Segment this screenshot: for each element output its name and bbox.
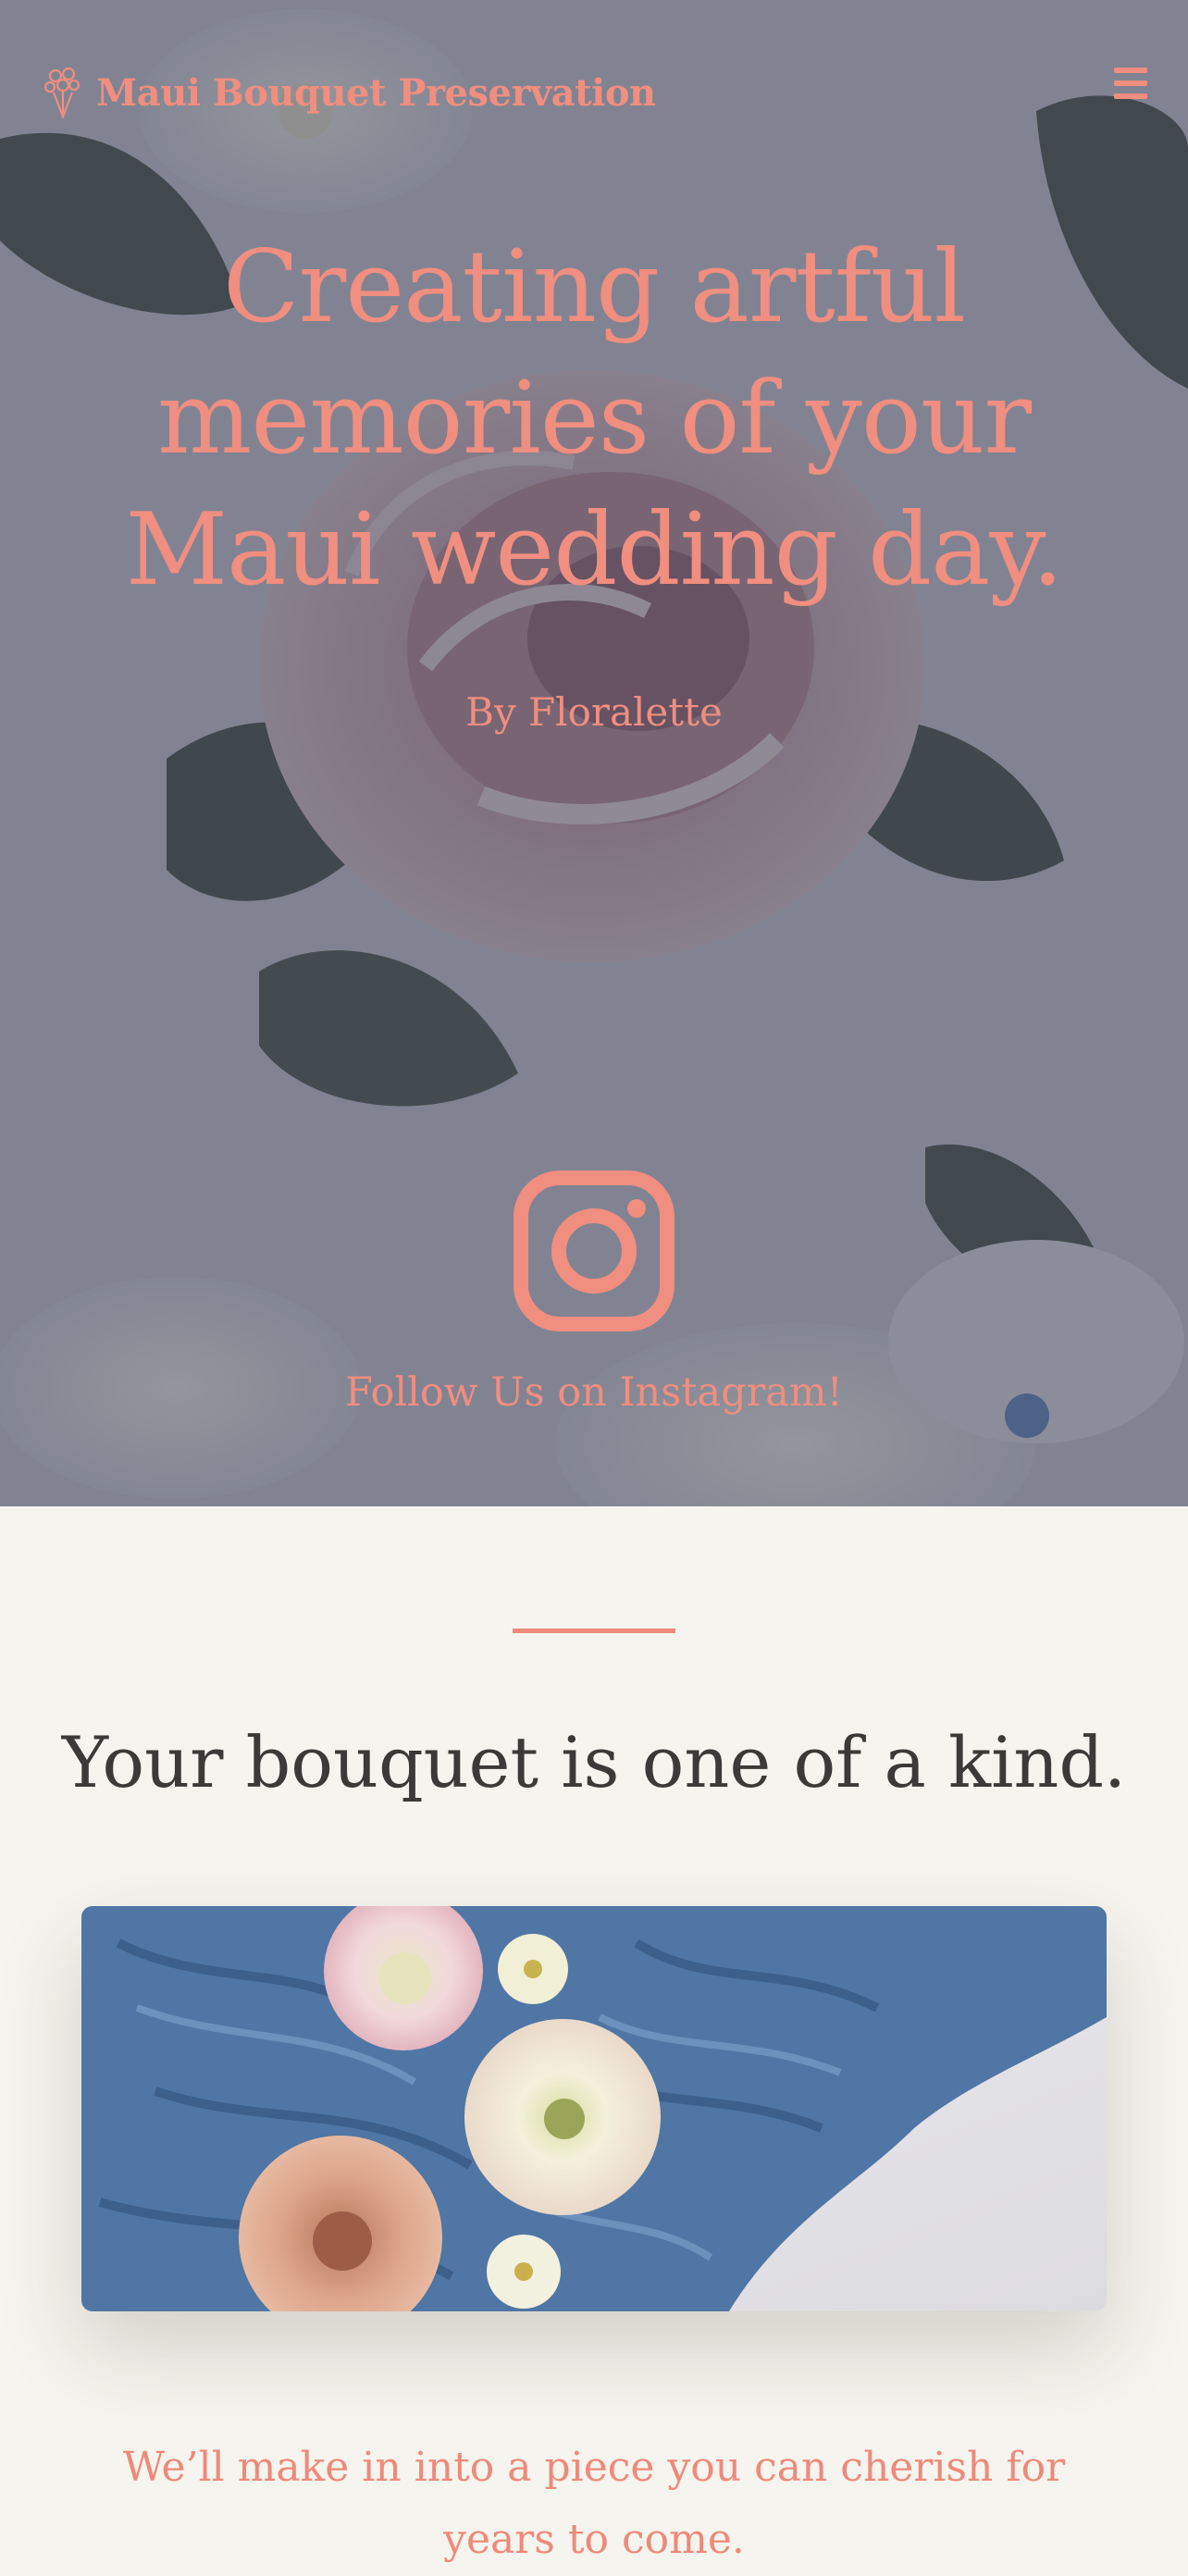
hamburger-menu-icon[interactable] [1112,65,1149,102]
hero-title: Creating artful memories of your Maui we… [125,229,1063,608]
hero-subtitle: By Floralette [465,689,723,735]
instagram-link[interactable]: Follow Us on Instagram! [0,1369,1188,1416]
section-divider [513,1629,675,1633]
section-tagline: We’ll make in into a piece you can cheri… [122,2444,1066,2563]
bouquet-photo [81,1906,1107,2311]
hero-section: Maui Bouquet Preservation Creating artfu… [0,0,1188,1506]
brand-name: Maui Bouquet Preservation [96,70,656,115]
section-title: Your bouquet is one of a kind. [61,1721,1127,1803]
brand-logo-link[interactable]: Maui Bouquet Preservation [41,63,656,122]
instagram-icon[interactable] [514,1170,674,1331]
bouquet-icon [43,67,80,120]
